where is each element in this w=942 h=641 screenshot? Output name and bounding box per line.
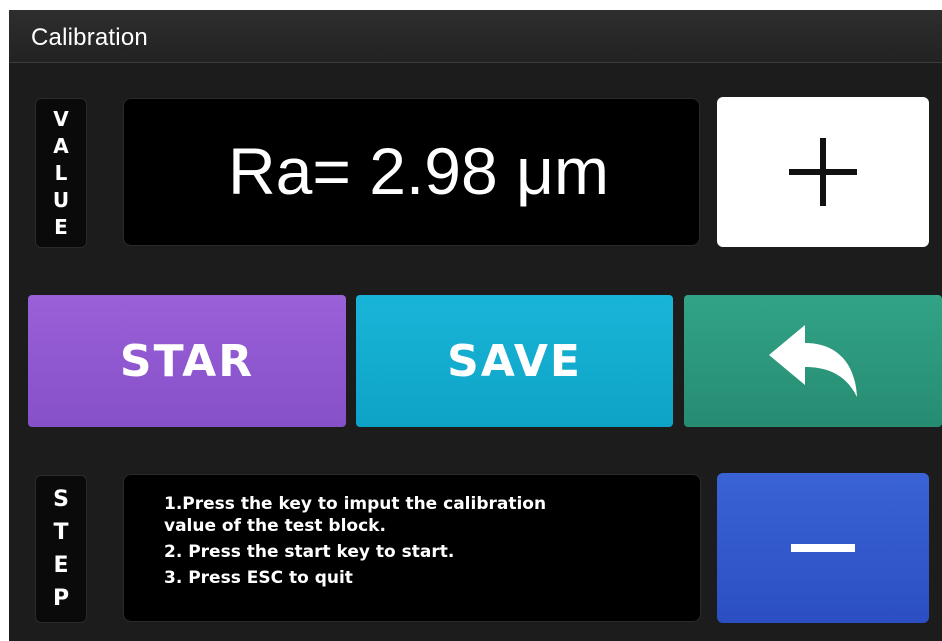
decrement-button[interactable]: [717, 473, 929, 623]
calibration-screen: Calibration V A L U E Ra= 2.98 μm STAR S…: [9, 10, 942, 641]
value-label-letter: U: [52, 187, 70, 212]
return-arrow-icon: [769, 325, 857, 397]
steps-list: 1.Press the key to imput the calibration…: [164, 493, 684, 593]
value-side-label: V A L U E: [35, 98, 87, 248]
value-label-letter: V: [53, 106, 69, 131]
save-button[interactable]: SAVE: [356, 295, 673, 427]
value-label-letter: A: [53, 133, 69, 158]
start-button-label: STAR: [119, 335, 255, 387]
plus-icon: [789, 138, 857, 206]
step-label-letter: S: [53, 487, 69, 512]
step-item: 2. Press the start key to start.: [164, 542, 455, 562]
step-item: 3. Press ESC to quit: [164, 568, 353, 588]
step-side-label: S T E P: [35, 475, 87, 623]
value-label-letter: L: [54, 160, 68, 185]
increment-button[interactable]: [717, 97, 929, 247]
window-title: Calibration: [31, 24, 148, 51]
step-label-letter: T: [53, 520, 69, 545]
step-label-letter: P: [52, 586, 70, 611]
value-label-letter: E: [54, 214, 68, 239]
back-button[interactable]: [684, 295, 942, 427]
title-bar: Calibration: [9, 10, 942, 63]
roughness-reading: Ra= 2.98 μm: [227, 134, 610, 208]
step-item: 1.Press the key to imput the calibration…: [164, 494, 547, 536]
steps-panel: 1.Press the key to imput the calibration…: [123, 474, 701, 622]
minus-icon: [791, 544, 855, 552]
value-display: Ra= 2.98 μm: [123, 98, 700, 246]
start-button[interactable]: STAR: [28, 295, 346, 427]
step-label-letter: E: [53, 553, 69, 578]
save-button-label: SAVE: [447, 335, 582, 387]
